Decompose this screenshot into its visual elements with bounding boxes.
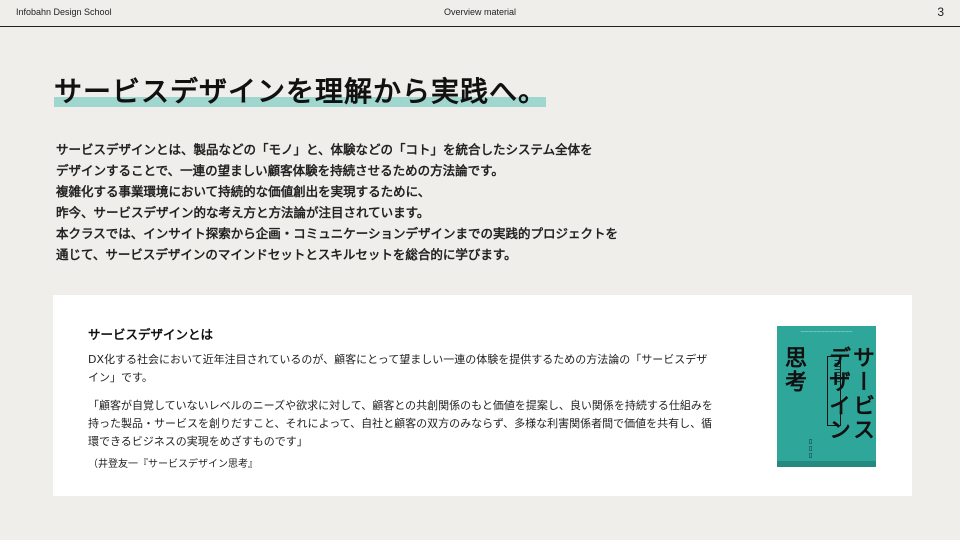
book-cover-image: ————————————— サービスデザイン ┃┃┃┃┃┃┃┃ 思考 ▯▯▯ [777, 326, 876, 467]
section-name: Overview material [443, 7, 517, 17]
card-source: （井登友一『サービスデザイン思考』 [88, 459, 258, 470]
intro-text: サービスデザインとは、製品などの「モノ」と、体験などの「コト」を統合したシステム… [56, 139, 696, 265]
page-number: 3 [937, 5, 944, 19]
header-bar: Infobahn Design School Overview material… [0, 0, 960, 27]
intro-line: デザインすることで、一連の望ましい顧客体験を持続させるための方法論です。 [56, 163, 504, 178]
card-quote: 「顧客が自覚していないレベルのニーズや欲求に対して、顧客との共創関係のもと価値を… [88, 399, 713, 448]
book-author-mark: ▯▯▯ [807, 438, 814, 459]
intro-line: 複雑化する事業環境において持続的な価値創出を実現するために、 [56, 184, 431, 199]
book-bottom-band [777, 461, 876, 467]
intro-line: 昨今、サービスデザイン的な考え方と方法論が注目されています。 [56, 205, 430, 220]
book-think-title: 思考 [781, 346, 806, 394]
card-description: DX化する社会において近年注目されているのが、顧客にとって望ましい一連の体験を提… [88, 353, 708, 384]
card-title: サービスデザインとは [88, 327, 214, 342]
title-block: サービスデザインを理解から実践へ。 [54, 70, 547, 110]
intro-line: サービスデザインとは、製品などの「モノ」と、体験などの「コト」を統合したシステム… [56, 142, 593, 157]
page-title: サービスデザインを理解から実践へ。 [54, 75, 548, 108]
intro-line: 本クラスでは、インサイト探索から企画・コミュニケーションデザインまでの実践的プロ… [56, 226, 619, 241]
definition-card: サービスデザインとは DX化する社会において近年注目されているのが、顧客にとって… [53, 295, 912, 496]
intro-line: 通じて、サービスデザインのマインドセットとスキルセットを総合的に学びます。 [56, 247, 517, 262]
book-subtitle-box: ┃┃┃┃┃┃┃┃ [827, 356, 841, 426]
book-top-text: ————————————— [800, 329, 853, 334]
